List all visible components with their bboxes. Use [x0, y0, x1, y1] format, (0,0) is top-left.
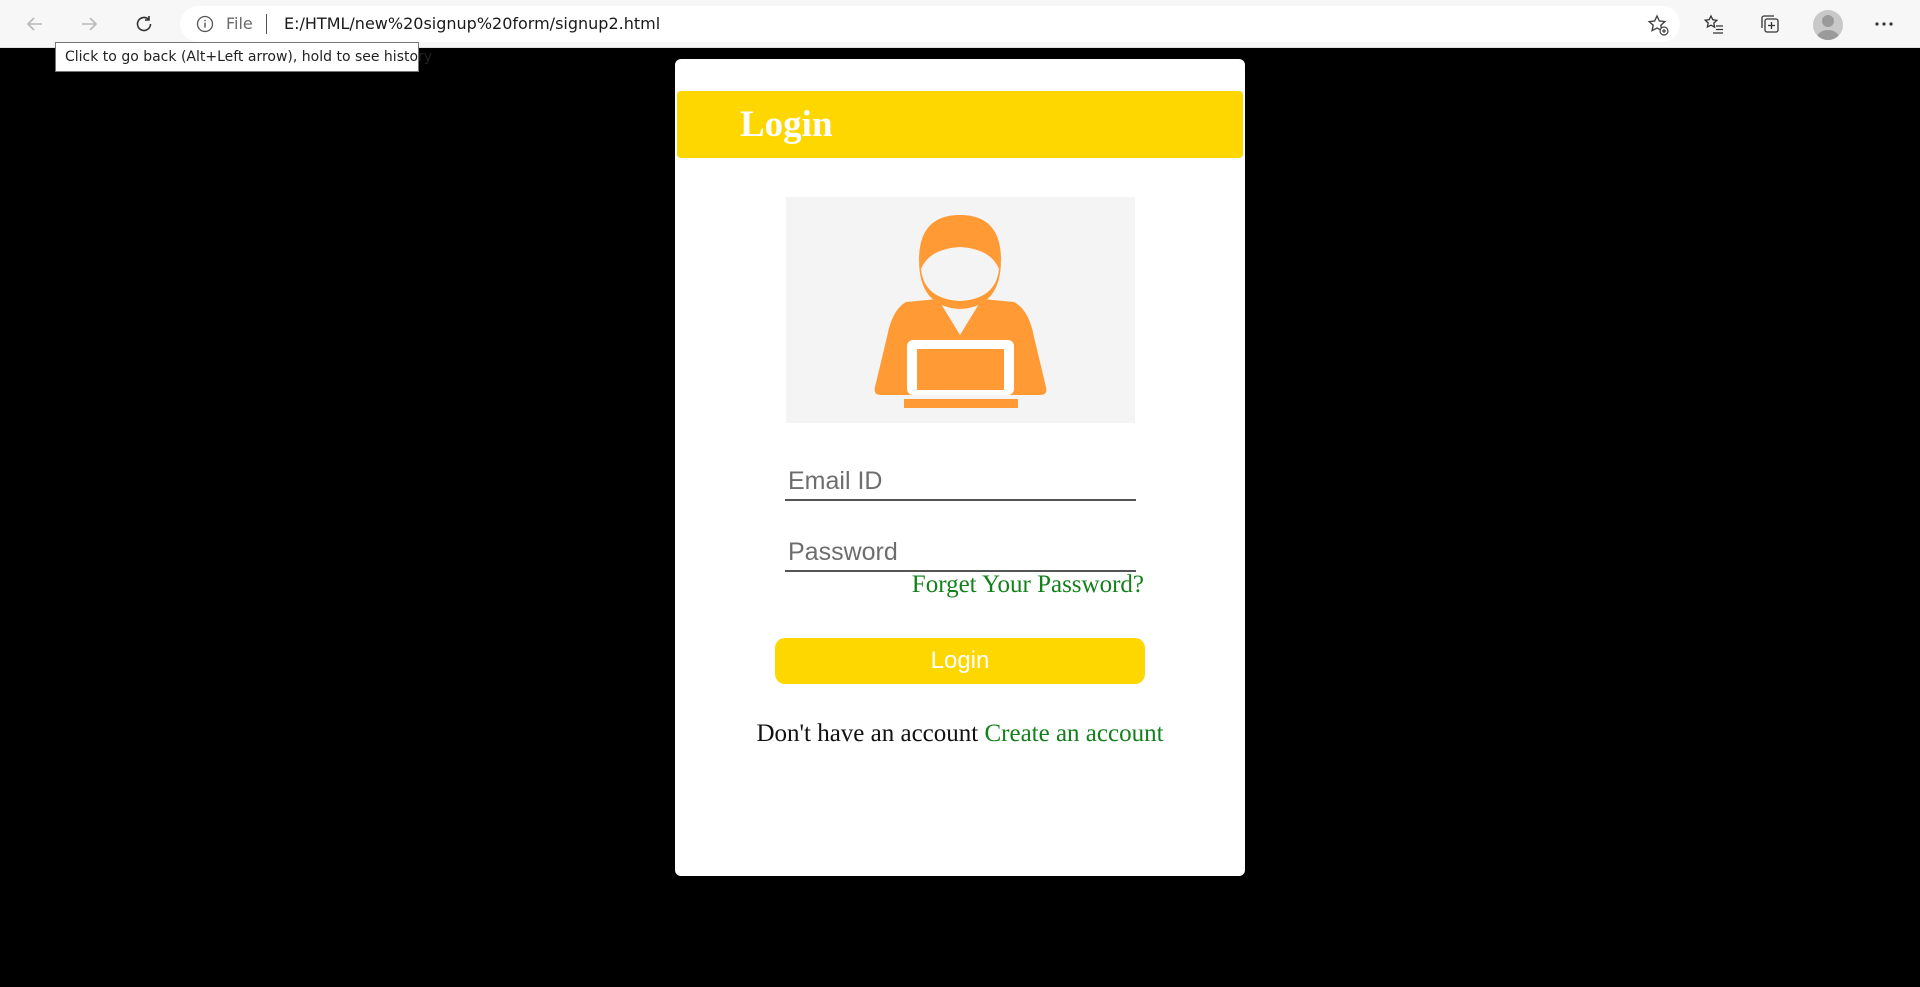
- user-laptop-icon: [874, 215, 1047, 408]
- favorites-list-icon: [1703, 14, 1723, 34]
- back-button[interactable]: [17, 6, 53, 42]
- password-input[interactable]: [785, 530, 1136, 572]
- scheme-label: File: [226, 14, 253, 33]
- signup-prompt-text: Don't have an account: [756, 720, 979, 747]
- forward-button[interactable]: [71, 6, 107, 42]
- address-bar[interactable]: File E:/HTML/new%20signup%20form/signup2…: [180, 6, 1680, 42]
- login-button[interactable]: Login: [775, 638, 1145, 684]
- signup-prompt-line: Don't have an account Create an account: [675, 720, 1245, 748]
- favorites-button[interactable]: [1696, 6, 1732, 42]
- login-card: Login Forget Your Password? Login Don't …: [675, 59, 1245, 876]
- browser-toolbar: File E:/HTML/new%20signup%20form/signup2…: [0, 0, 1920, 48]
- settings-more-button[interactable]: [1866, 6, 1902, 42]
- create-account-link[interactable]: Create an account: [984, 720, 1163, 747]
- more-dots-icon: [1875, 22, 1893, 26]
- url-text[interactable]: E:/HTML/new%20signup%20form/signup2.html: [284, 6, 660, 42]
- back-button-tooltip: Click to go back (Alt+Left arrow), hold …: [55, 42, 432, 72]
- card-header: Login: [677, 91, 1243, 158]
- login-title: Login: [740, 104, 833, 145]
- collections-button[interactable]: [1752, 6, 1788, 42]
- user-avatar-image: [786, 197, 1135, 423]
- profile-avatar[interactable]: [1813, 10, 1843, 40]
- add-favorite-icon[interactable]: [1646, 13, 1670, 37]
- refresh-button[interactable]: [126, 6, 162, 42]
- arrow-left-icon: [26, 17, 42, 31]
- arrow-right-icon: [82, 17, 98, 31]
- email-input[interactable]: [785, 459, 1136, 501]
- refresh-icon: [136, 16, 152, 32]
- address-separator: [266, 14, 267, 34]
- info-icon[interactable]: [196, 15, 214, 33]
- forgot-password-link[interactable]: Forget Your Password?: [912, 571, 1144, 599]
- collections-icon: [1761, 15, 1779, 33]
- person-icon: [1816, 15, 1840, 40]
